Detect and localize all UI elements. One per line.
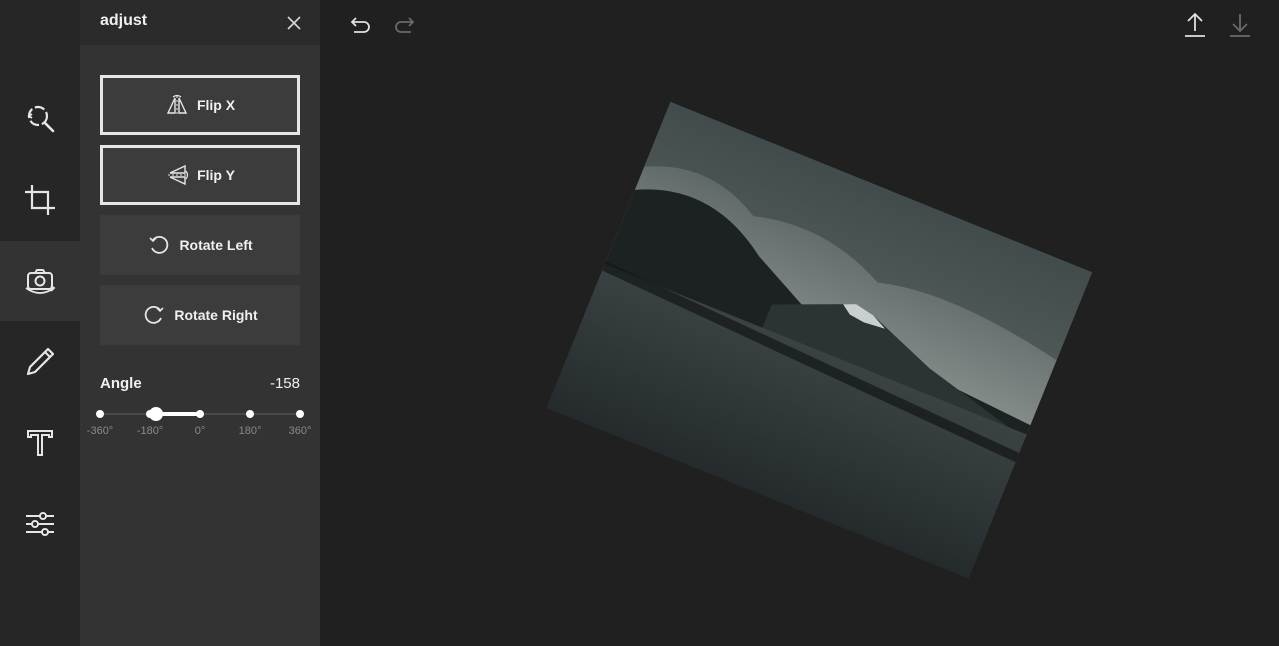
redo-icon — [395, 17, 415, 33]
draw-tool-button[interactable] — [0, 322, 80, 402]
upload-icon — [1185, 12, 1205, 37]
adjust-tool-button[interactable] — [0, 241, 80, 321]
slider-tick — [246, 410, 254, 418]
rotate-right-icon — [142, 303, 166, 327]
draw-icon — [26, 347, 55, 376]
tool-sidebar — [0, 0, 80, 646]
angle-value: -158 — [269, 375, 300, 392]
adjust-panel: adjust Flip X Flip Y Rotate Left Rotate … — [80, 0, 320, 646]
close-panel-button[interactable] — [283, 12, 305, 34]
rotate-left-icon — [147, 233, 171, 257]
panel-title: adjust — [100, 12, 148, 29]
sliders-icon — [26, 512, 54, 536]
slider-tick — [196, 410, 204, 418]
tick-label: 180° — [238, 425, 262, 437]
redo-button[interactable] — [390, 10, 420, 40]
slider-tick — [296, 410, 304, 418]
flip-y-icon — [165, 163, 189, 187]
tick-label: 0° — [194, 425, 206, 437]
adjust-camera-icon — [25, 269, 56, 294]
rotate-left-button[interactable]: Rotate Left — [100, 215, 300, 275]
flip-x-label: Flip X — [196, 97, 236, 113]
filter-tool-button[interactable] — [0, 78, 80, 158]
crop-tool-button[interactable] — [0, 160, 80, 240]
flip-x-icon — [165, 93, 189, 117]
settings-tool-button[interactable] — [0, 484, 80, 564]
rotate-left-label: Rotate Left — [179, 237, 253, 253]
undo-button[interactable] — [345, 10, 375, 40]
flip-y-button[interactable]: Flip Y — [100, 145, 300, 205]
filter-icon — [27, 105, 55, 133]
panel-header: adjust — [80, 0, 320, 45]
download-icon — [1230, 14, 1250, 37]
tick-label: -360° — [86, 425, 114, 437]
flip-x-button[interactable]: Flip X — [100, 75, 300, 135]
mountain-lake-photo — [546, 101, 1093, 579]
upload-button[interactable] — [1180, 10, 1210, 40]
flip-y-label: Flip Y — [197, 167, 235, 183]
canvas-image[interactable] — [546, 101, 1093, 579]
tick-label: -180° — [136, 425, 164, 437]
undo-icon — [350, 17, 370, 33]
close-icon — [287, 16, 301, 30]
slider-tick — [96, 410, 104, 418]
crop-icon — [25, 185, 55, 215]
slider-thumb[interactable] — [149, 407, 163, 421]
download-button[interactable] — [1225, 10, 1255, 40]
rotate-right-label: Rotate Right — [174, 307, 258, 323]
angle-slider[interactable] — [96, 404, 304, 424]
angle-label: Angle — [100, 375, 142, 392]
rotate-right-button[interactable]: Rotate Right — [100, 285, 300, 345]
text-tool-button[interactable] — [0, 403, 80, 483]
tick-label: 360° — [288, 425, 312, 437]
text-icon — [27, 430, 53, 456]
